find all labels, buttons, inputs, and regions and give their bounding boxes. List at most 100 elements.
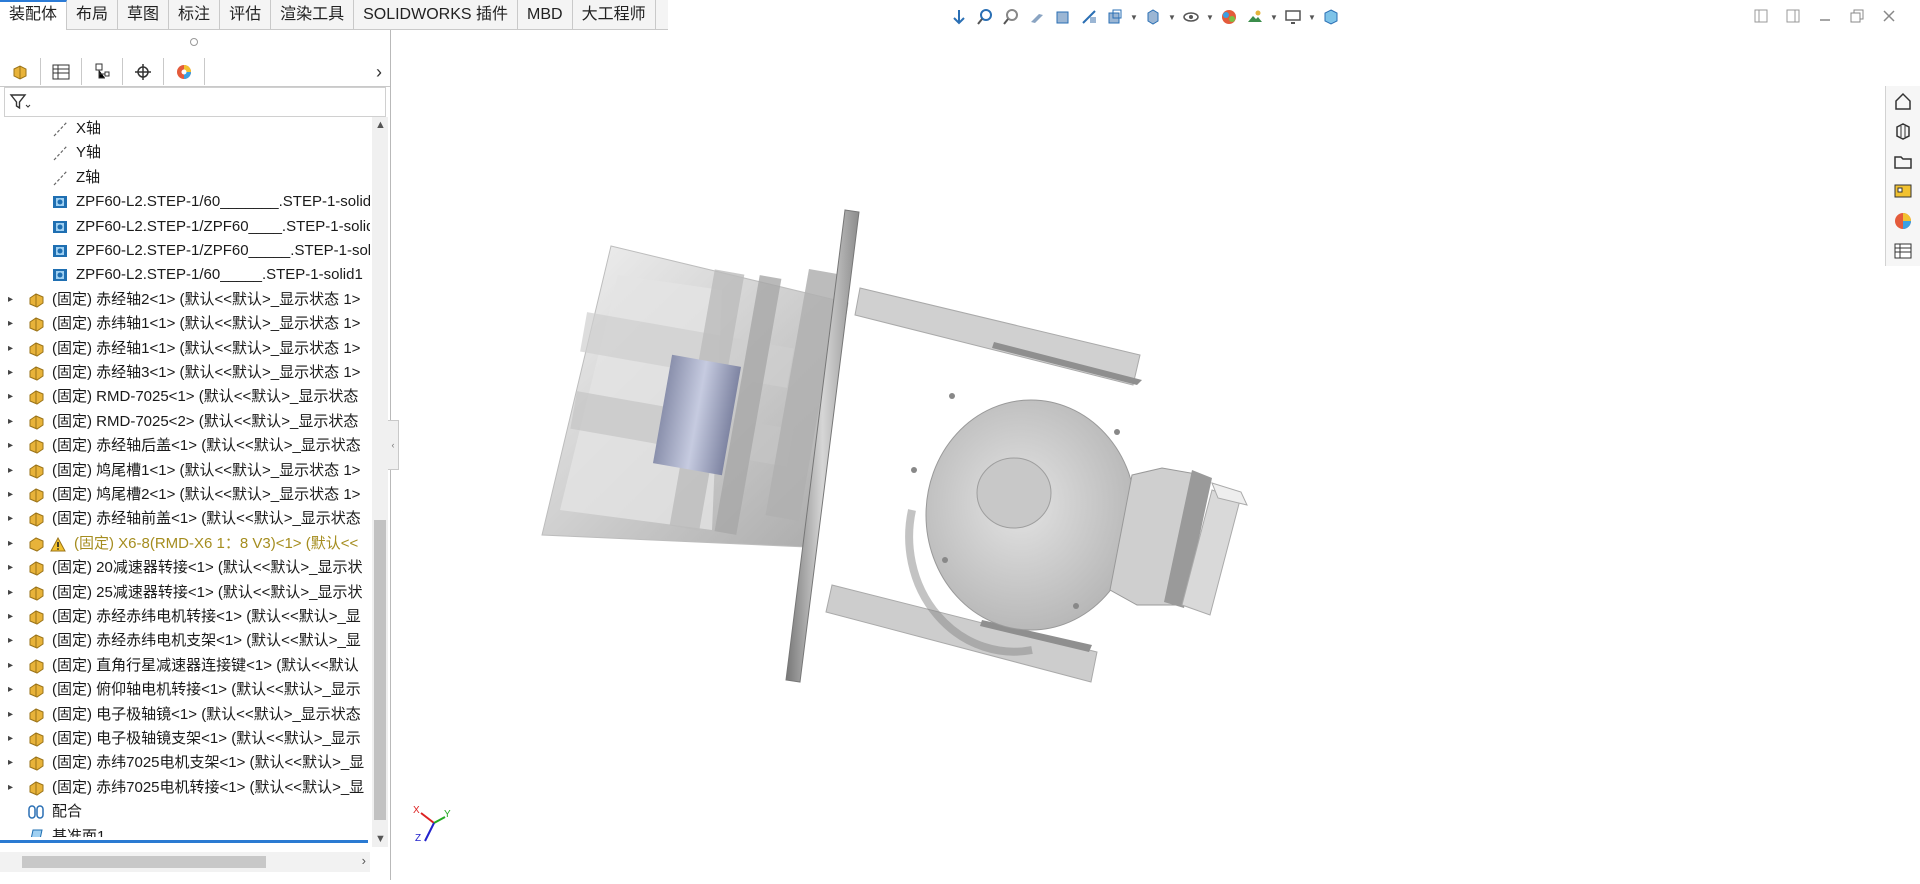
expand-arrow-icon[interactable]: ▸ [8,678,13,702]
appearances-icon[interactable] [1886,206,1920,236]
tree-row[interactable]: ▸ (固定) 俯仰轴电机转接<1> (默认<<默认>_显示 [0,678,370,702]
configurationmanager-tab[interactable] [82,58,123,85]
expand-arrow-icon[interactable]: ▸ [8,288,13,312]
zoom-to-fit-icon[interactable] [974,6,996,28]
expand-arrow-icon[interactable]: ▸ [8,312,13,336]
tree-vertical-scroll-thumb[interactable] [374,520,386,820]
ribbon-tab-7[interactable]: MBD [518,0,573,29]
tree-row[interactable]: ▸ (固定) 赤经轴前盖<1> (默认<<默认>_显示状态 [0,507,370,531]
ribbon-tab-6[interactable]: SOLIDWORKS 插件 [354,0,519,29]
tree-row[interactable]: ▸ (固定) 电子极轴镜<1> (默认<<默认>_显示状态 [0,703,370,727]
view-orientation-anchor-icon[interactable] [948,6,970,28]
design-library-icon[interactable] [1886,116,1920,146]
rollback-bar[interactable] [0,840,368,843]
section-view-icon[interactable] [1052,6,1074,28]
tree-row[interactable]: 基准面1 [0,825,370,837]
ribbon-tab-0[interactable]: 装配体 [0,0,68,31]
scroll-up-icon[interactable]: ▲ [375,119,386,131]
tree-row[interactable]: ZPF60-L2.STEP-1/ZPF60_____.STEP-1-sol [0,239,370,263]
tree-filter-field[interactable] [4,87,386,117]
ribbon-tab-5[interactable]: 渲染工具 [271,0,355,29]
solidworks-resources-icon[interactable] [1886,86,1920,116]
tree-row[interactable]: ▸ (固定) 20减速器转接<1> (默认<<默认>_显示状 [0,556,370,580]
tree-row[interactable]: ▸ (固定) 赤经轴后盖<1> (默认<<默认>_显示状态 [0,434,370,458]
assembly-model[interactable] [392,30,1882,880]
expand-arrow-icon[interactable]: ▸ [8,361,13,385]
expand-arrow-icon[interactable]: ▸ [8,581,13,605]
expand-arrow-icon[interactable]: ▸ [8,605,13,629]
filter-icon[interactable] [9,92,31,116]
view-settings-dropdown-icon[interactable]: ▼ [1308,6,1316,28]
ribbon-tab-1[interactable]: 布局 [67,0,119,29]
scroll-down-icon[interactable]: ▼ [375,833,386,845]
dynamic-annotation-icon[interactable] [1078,6,1100,28]
ribbon-tab-8[interactable]: 大工程师 [573,0,656,29]
tree-row[interactable]: ▸ (固定) X6-8(RMD-X6 1：8 V3)<1> (默认<< [0,532,370,556]
expand-arrow-icon[interactable]: ▸ [8,483,13,507]
expand-arrow-icon[interactable]: ▸ [8,654,13,678]
expand-arrow-icon[interactable]: ▸ [8,532,13,556]
tree-horizontal-scroll-thumb[interactable] [22,856,266,868]
tile-right-icon[interactable] [1782,5,1804,27]
tree-horizontal-scrollbar[interactable]: › [0,852,370,872]
tree-row[interactable]: Z轴 [0,166,370,190]
tree-row[interactable]: ▸ (固定) 赤纬7025电机转接<1> (默认<<默认>_显 [0,776,370,800]
panel-grip-icon[interactable] [190,38,198,46]
tree-row[interactable]: ▸ (固定) 赤经赤纬电机转接<1> (默认<<默认>_显 [0,605,370,629]
expand-arrow-icon[interactable]: ▸ [8,629,13,653]
tree-row[interactable]: ▸ (固定) 鸠尾槽2<1> (默认<<默认>_显示状态 1> [0,483,370,507]
ribbon-tab-3[interactable]: 标注 [169,0,221,29]
dimxpert-tab[interactable] [123,58,164,85]
tree-row[interactable]: ▸ (固定) 赤经赤纬电机支架<1> (默认<<默认>_显 [0,629,370,653]
ribbon-tab-4[interactable]: 评估 [220,0,272,29]
tree-row[interactable]: ▸ (固定) 电子极轴镜支架<1> (默认<<默认>_显示 [0,727,370,751]
tree-row[interactable]: ▸ (固定) 赤纬7025电机支架<1> (默认<<默认>_显 [0,751,370,775]
tree-row[interactable]: ▸ (固定) 赤经轴2<1> (默认<<默认>_显示状态 1> [0,288,370,312]
tree-row[interactable]: ▸ (固定) 鸠尾槽1<1> (默认<<默认>_显示状态 1> [0,459,370,483]
tile-left-icon[interactable] [1750,5,1772,27]
edit-appearance-icon[interactable] [1218,6,1240,28]
custom-properties-icon[interactable] [1886,236,1920,266]
tree-vertical-scrollbar[interactable]: ▲ ▼ [372,117,388,847]
tree-row[interactable]: ▸ (固定) RMD-7025<1> (默认<<默认>_显示状态 [0,385,370,409]
tree-row[interactable]: ▸ (固定) 直角行星减速器连接键<1> (默认<<默认 [0,654,370,678]
tree-row[interactable]: ▸ (固定) 赤经轴1<1> (默认<<默认>_显示状态 1> [0,337,370,361]
zoom-to-area-icon[interactable] [1000,6,1022,28]
hide-show-items-icon[interactable] [1180,6,1202,28]
expand-arrow-icon[interactable]: ▸ [8,459,13,483]
graphics-area[interactable]: X Y Z [392,30,1882,880]
display-style-icon[interactable] [1142,6,1164,28]
expand-arrow-icon[interactable]: ▸ [8,727,13,751]
display-manager-tab[interactable] [164,58,205,85]
expand-arrow-icon[interactable]: ▸ [8,434,13,458]
view-orientation-icon[interactable] [1104,6,1126,28]
scroll-right-icon[interactable]: › [362,853,366,868]
tree-row[interactable]: 配合 [0,800,370,824]
minimize-icon[interactable] [1814,5,1836,27]
expand-arrow-icon[interactable]: ▸ [8,410,13,434]
tree-row[interactable]: ▸ (固定) 赤经轴3<1> (默认<<默认>_显示状态 1> [0,361,370,385]
propertymanager-tab[interactable] [41,58,82,85]
expand-arrow-icon[interactable]: ▸ [8,703,13,727]
display-style-dropdown-icon[interactable]: ▼ [1168,6,1176,28]
ribbon-tab-2[interactable]: 草图 [118,0,170,29]
expand-arrow-icon[interactable]: ▸ [8,776,13,800]
expand-arrow-icon[interactable]: ▸ [8,337,13,361]
tree-row[interactable]: ZPF60-L2.STEP-1/60_______.STEP-1-solid [0,190,370,214]
file-explorer-icon[interactable] [1886,146,1920,176]
expand-arrow-icon[interactable]: ▸ [8,751,13,775]
tree-row[interactable]: ▸ (固定) RMD-7025<2> (默认<<默认>_显示状态 [0,410,370,434]
expand-arrow-icon[interactable]: ▸ [8,556,13,580]
tree-row[interactable]: ZPF60-L2.STEP-1/60_____.STEP-1-solid1 [0,263,370,287]
view-palette-icon[interactable] [1886,176,1920,206]
tree-row[interactable]: Y轴 [0,141,370,165]
expand-arrow-icon[interactable]: ▸ [8,507,13,531]
hide-show-dropdown-icon[interactable]: ▼ [1206,6,1214,28]
restore-icon[interactable] [1846,5,1868,27]
panel-tabs-more-icon[interactable]: › [376,62,382,83]
apply-scene-dropdown-icon[interactable]: ▼ [1270,6,1278,28]
expand-arrow-icon[interactable]: ▸ [8,385,13,409]
tree-row[interactable]: ▸ (固定) 赤纬轴1<1> (默认<<默认>_显示状态 1> [0,312,370,336]
featuremanager-tab[interactable] [0,58,41,85]
view-settings-icon[interactable] [1282,6,1304,28]
